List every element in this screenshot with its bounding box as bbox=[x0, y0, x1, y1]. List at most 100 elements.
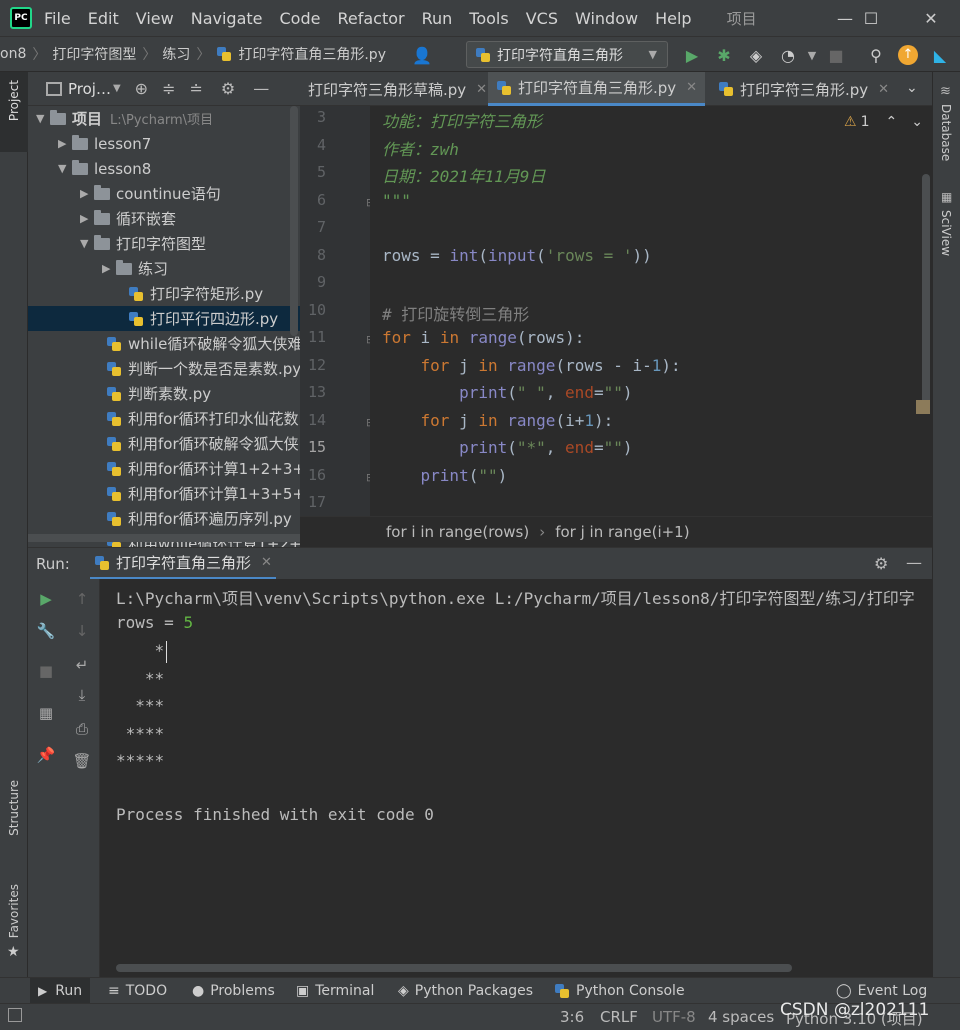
tree-item-file[interactable]: 利用for循环打印水仙花数. bbox=[106, 406, 300, 431]
stop-icon[interactable]: ■ bbox=[36, 661, 56, 681]
tree-item-root[interactable]: ▼ 项目 L:\Pycharm\项目 bbox=[36, 106, 213, 131]
menu-run[interactable]: Run bbox=[422, 9, 453, 28]
update-icon[interactable]: ↑ bbox=[896, 43, 920, 67]
menu-tools[interactable]: Tools bbox=[469, 9, 508, 28]
menu-window[interactable]: Window bbox=[575, 9, 638, 28]
tree-item-file[interactable]: 利用for循环破解令狐大侠 bbox=[106, 431, 299, 456]
menu-view[interactable]: View bbox=[136, 9, 174, 28]
tree-item-nested-loops[interactable]: ▶ 循环嵌套 bbox=[80, 206, 176, 231]
tab-right-triangle[interactable]: 打印字符直角三角形.py ✕ bbox=[488, 72, 706, 106]
rerun-icon[interactable]: ▶ bbox=[36, 589, 56, 609]
run-tab[interactable]: 打印字符直角三角形 ✕ bbox=[90, 548, 276, 580]
editor-vertical-scrollbar[interactable] bbox=[922, 174, 930, 414]
tab-triangle-draft[interactable]: 打印字符三角形草稿.py ✕ bbox=[300, 72, 495, 106]
crumb-folder[interactable]: 打印字符图型 bbox=[52, 44, 136, 64]
close-button[interactable]: ✕ bbox=[908, 0, 954, 36]
menu-navigate[interactable]: Navigate bbox=[191, 9, 263, 28]
pin-icon[interactable]: 📌 bbox=[36, 745, 56, 765]
problems-tool-button[interactable]: ● Problems bbox=[192, 978, 275, 1004]
tree-item-file[interactable]: 利用for循环遍历序列.py bbox=[106, 506, 292, 531]
chevron-right-icon[interactable]: ▶ bbox=[80, 212, 94, 225]
menu-refactor[interactable]: Refactor bbox=[337, 9, 404, 28]
project-tool-label[interactable]: Project bbox=[7, 80, 21, 121]
sciview-tool-label[interactable]: SciView bbox=[939, 210, 953, 256]
python-packages-tool-button[interactable]: ◈ Python Packages bbox=[398, 978, 533, 1004]
chevron-right-icon[interactable]: ▶ bbox=[58, 137, 72, 150]
crumb-lesson8[interactable]: on8 bbox=[0, 46, 26, 62]
next-highlight-icon[interactable]: ⌄ bbox=[911, 114, 923, 130]
run-console[interactable]: L:\Pycharm\项目\venv\Scripts\python.exe L:… bbox=[100, 579, 932, 977]
hide-icon[interactable]: — bbox=[906, 553, 922, 572]
tree-item-file[interactable]: 打印字符矩形.py bbox=[128, 281, 263, 306]
run-icon[interactable]: ▶ bbox=[680, 43, 704, 67]
close-icon[interactable]: ✕ bbox=[686, 80, 697, 95]
chevron-down-icon[interactable]: ▼ bbox=[113, 83, 121, 94]
user-icon[interactable]: 👤 bbox=[410, 43, 434, 67]
jetbrains-toolbox-icon[interactable]: ◣ bbox=[928, 43, 952, 67]
arrow-down-icon[interactable]: ↓ bbox=[72, 621, 92, 641]
code-breadcrumb-item[interactable]: for i in range(rows) bbox=[386, 523, 529, 541]
trash-icon[interactable]: 🗑 bbox=[72, 751, 92, 771]
maximize-button[interactable]: ☐ bbox=[848, 0, 894, 36]
gear-icon[interactable]: ⚙ bbox=[874, 554, 888, 573]
project-horizontal-scrollbar[interactable] bbox=[28, 534, 300, 542]
caret-position[interactable]: 3:6 bbox=[560, 1008, 584, 1026]
stop-icon[interactable]: ■ bbox=[824, 43, 848, 67]
expand-all-icon[interactable]: ≑ bbox=[162, 79, 175, 98]
run-configuration-select[interactable]: 打印字符直角三角形 ▼ bbox=[466, 41, 668, 68]
chevron-down-icon[interactable]: ▼ bbox=[80, 237, 94, 250]
tree-item-char-shapes[interactable]: ▼ 打印字符图型 bbox=[80, 231, 206, 256]
favorites-tool-label[interactable]: Favorites bbox=[7, 884, 21, 938]
previous-highlight-icon[interactable]: ⌃ bbox=[885, 114, 897, 130]
profile-icon[interactable]: ◔ bbox=[776, 43, 800, 67]
hide-icon[interactable]: — bbox=[253, 79, 269, 98]
menu-vcs[interactable]: VCS bbox=[526, 9, 558, 28]
file-encoding[interactable]: UTF-8 bbox=[652, 1008, 696, 1026]
crumb-file[interactable]: 打印字符直角三角形.py bbox=[238, 44, 386, 64]
console-horizontal-scrollbar[interactable] bbox=[116, 964, 792, 972]
arrow-up-icon[interactable]: ↑ bbox=[72, 589, 92, 609]
wrench-icon[interactable]: 🔧 bbox=[36, 621, 56, 641]
star-icon[interactable]: ★ bbox=[7, 944, 20, 960]
debug-icon[interactable]: ✱ bbox=[712, 43, 736, 67]
tree-item-file[interactable]: while循环破解令狐大侠难 bbox=[106, 331, 300, 356]
menu-help[interactable]: Help bbox=[655, 9, 691, 28]
close-icon[interactable]: ✕ bbox=[476, 82, 487, 97]
chevron-down-icon[interactable]: ▼ bbox=[58, 162, 72, 175]
close-icon[interactable]: ✕ bbox=[261, 555, 272, 570]
layout-icon[interactable]: ▦ bbox=[36, 703, 56, 723]
coverage-icon[interactable]: ◈ bbox=[744, 43, 768, 67]
indent-setting[interactable]: 4 spaces bbox=[708, 1008, 774, 1026]
chevron-right-icon[interactable]: ▶ bbox=[102, 262, 116, 275]
tree-item-file-selected[interactable]: 打印平行四边形.py bbox=[28, 306, 300, 331]
soft-wrap-icon[interactable]: ↵ bbox=[72, 655, 92, 675]
inspection-widget[interactable]: ⚠ 1 ⌃ ⌄ bbox=[844, 114, 923, 130]
todo-tool-button[interactable]: ≡ TODO bbox=[108, 978, 167, 1004]
chevron-down-icon[interactable]: ▼ bbox=[36, 112, 50, 125]
tree-item-file[interactable]: 判断素数.py bbox=[106, 381, 211, 406]
run-tool-button[interactable]: ▶ Run bbox=[30, 978, 91, 1004]
python-console-tool-button[interactable]: Python Console bbox=[554, 978, 685, 1004]
menu-code[interactable]: Code bbox=[280, 9, 321, 28]
tree-item-exercises[interactable]: ▶ 练习 bbox=[102, 256, 168, 281]
structure-tool-label[interactable]: Structure bbox=[7, 780, 21, 836]
close-icon[interactable]: ✕ bbox=[878, 82, 889, 97]
database-tool-label[interactable]: Database bbox=[939, 104, 953, 161]
chevron-down-icon[interactable]: ▼ bbox=[800, 43, 824, 67]
crumb-subfolder[interactable]: 练习 bbox=[162, 44, 190, 64]
tree-item-lesson8[interactable]: ▼ lesson8 bbox=[58, 156, 151, 181]
line-separator[interactable]: CRLF bbox=[600, 1008, 638, 1026]
project-view-label[interactable]: Proj… bbox=[68, 80, 111, 98]
locate-icon[interactable]: ⊕ bbox=[135, 79, 148, 98]
menu-file[interactable]: File bbox=[44, 9, 71, 28]
tab-list-chevron-icon[interactable]: ⌄ bbox=[906, 80, 918, 96]
print-icon[interactable]: ⎙ bbox=[72, 719, 92, 739]
tree-item-file[interactable]: 利用for循环计算1+3+5+. bbox=[106, 481, 300, 506]
collapse-all-icon[interactable]: ≐ bbox=[189, 79, 202, 98]
terminal-tool-button[interactable]: ▣ Terminal bbox=[296, 978, 374, 1004]
tree-item-file[interactable]: 利用for循环计算1+2+3+. bbox=[106, 456, 300, 481]
code-editor[interactable]: 功能：打印字符三角形 作者：zwh 日期：2021年11月9日 """ rows… bbox=[370, 106, 932, 516]
tab-triangle[interactable]: 打印字符三角形.py ✕ bbox=[710, 72, 897, 106]
project-vertical-scrollbar[interactable] bbox=[290, 106, 298, 336]
scroll-to-end-icon[interactable]: ⤓ bbox=[72, 685, 92, 705]
